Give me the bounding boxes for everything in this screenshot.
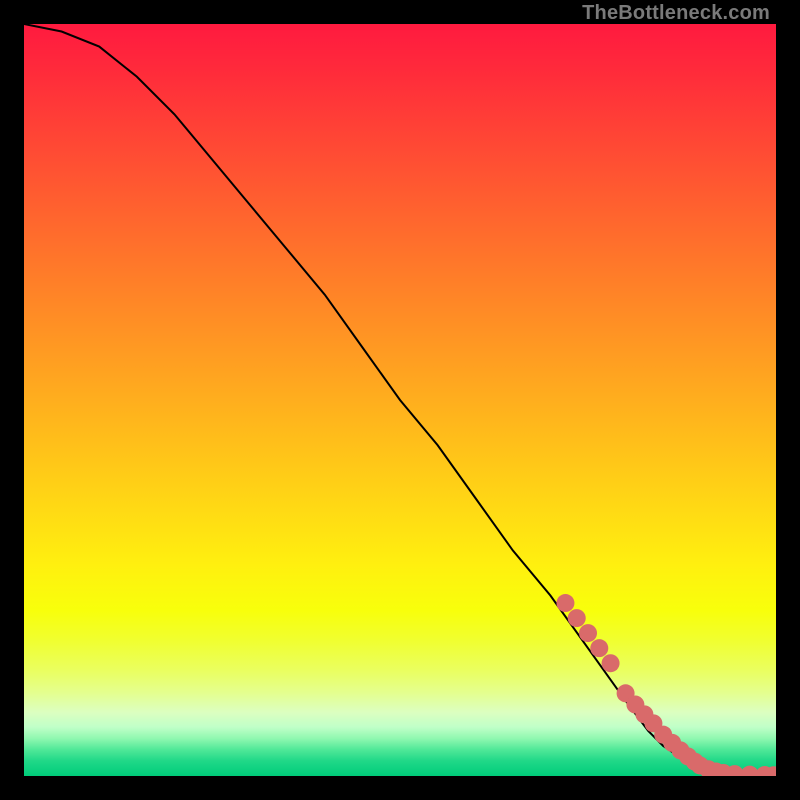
data-point-marker [602, 654, 620, 672]
data-point-marker [568, 609, 586, 627]
data-point-marker [590, 639, 608, 657]
data-point-marker [579, 624, 597, 642]
chart-svg [24, 24, 776, 776]
watermark-text: TheBottleneck.com [582, 2, 770, 25]
chart-plot-area [24, 24, 776, 776]
data-point-marker [556, 594, 574, 612]
